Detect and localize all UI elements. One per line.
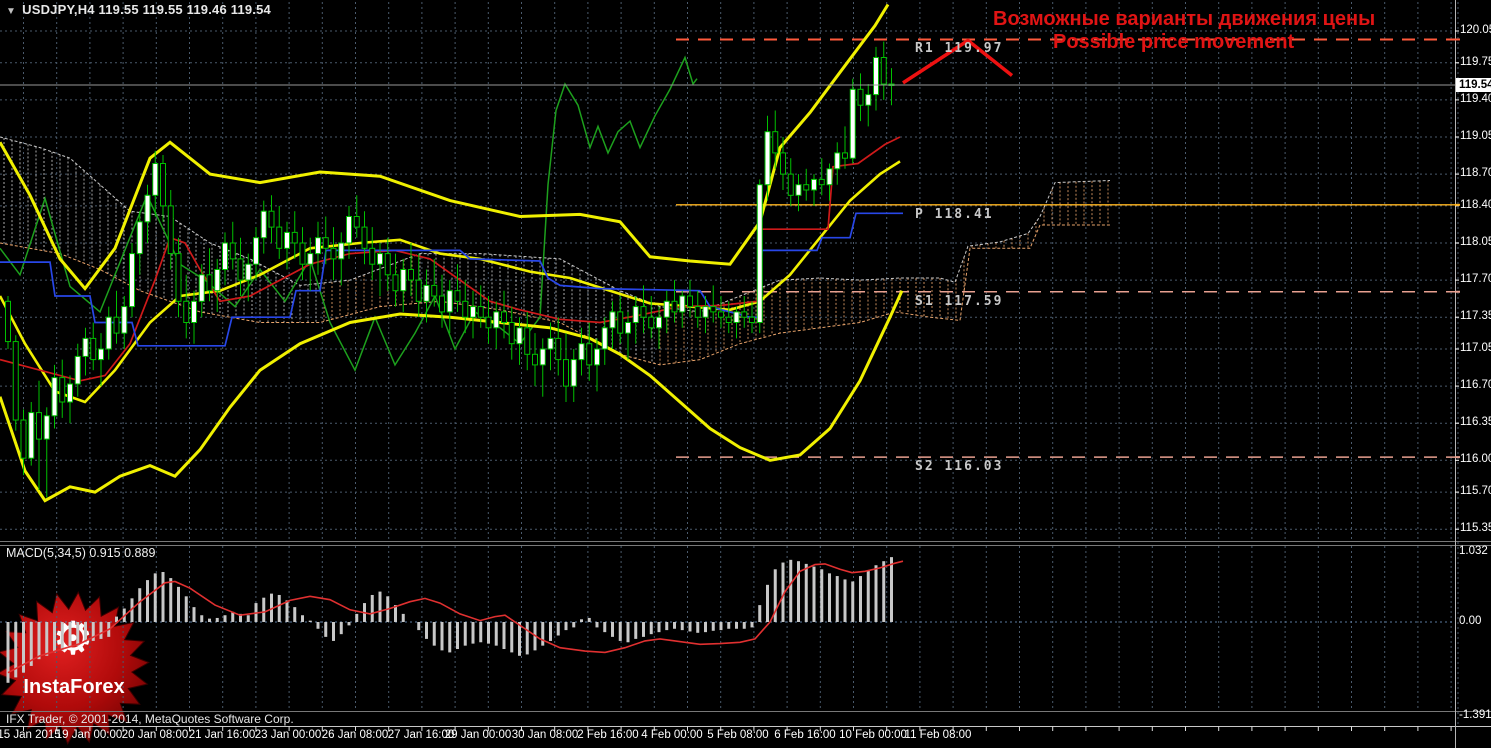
time-tick-label: 4 Feb 00:00 [641,729,703,741]
price-tick-label: 119.05 [1460,130,1491,142]
price-tick-label: 117.70 [1460,273,1491,286]
price-tick-label: 117.05 [1460,342,1491,354]
price-tick-label: 116.00 [1460,453,1491,466]
time-tick-label: 10 Feb 00:00 [839,729,907,741]
current-price-badge: 119.54 [1456,78,1491,92]
grid [0,2,1455,711]
macd-pane [6,557,904,683]
platform-copyright: IFX Trader, © 2001-2014, MetaQuotes Soft… [6,712,294,726]
time-tick-label: 19 Jan 00:00 [55,729,123,741]
pivot-label-p: P 118.41 [915,206,994,222]
macd-indicator-label: MACD(5,34,5) 0.915 0.889 [6,546,156,560]
time-tick-label: 21 Jan 16:00 [188,729,256,741]
price-tick-label: 115.70 [1460,485,1491,498]
price-tick-label: 117.35 [1460,310,1491,323]
time-tick-label: 23 Jan 00:00 [254,729,322,741]
macd-scale-label: 0.00 [1459,615,1482,627]
price-tick-label: 120.05 [1460,24,1491,36]
price-pane [0,3,1455,503]
time-tick-label: 5 Feb 08:00 [707,729,769,741]
time-tick-label: 30 Jan 08:00 [511,729,579,741]
price-tick-label: 116.70 [1460,379,1491,392]
main-chart-canvas[interactable] [0,0,1491,748]
macd-scale-label: -1.391 [1459,708,1491,721]
symbol-dropdown-icon[interactable]: ▼ [6,6,16,17]
annotation-russian: Возможные варианты движения цены [993,8,1376,30]
annotation-english: Possible price movement [1053,31,1295,53]
pivot-label-s1: S1 117.59 [915,293,1004,309]
time-tick-label: 11 Feb 08:00 [904,729,972,741]
time-tick-label: 26 Jan 08:00 [321,729,389,741]
price-tick-label: 118.70 [1460,167,1491,180]
instaforex-logo-label: InstaForex [23,676,125,698]
symbol-ohlc-label: USDJPY,H4 119.55 119.55 119.46 119.54 [22,2,271,17]
time-tick-label: 15 Jan 2015 [0,729,61,741]
price-tick-label: 116.35 [1460,416,1491,429]
chart-title: ▼ USDJPY,H4 119.55 119.55 119.46 119.54 [6,2,271,17]
time-tick-label: 2 Feb 16:00 [577,729,639,741]
chart-window: ⚙ InstaForex ▼ USDJPY,H4 119.55 119.55 11… [0,0,1491,748]
price-tick-label: 118.05 [1460,236,1491,248]
time-tick-label: 20 Jan 08:00 [121,729,189,741]
price-tick-label: 119.40 [1460,92,1491,105]
pivot-label-s2: S2 116.03 [915,459,1004,475]
price-tick-label: 115.35 [1460,522,1491,535]
time-tick-label: 29 Jan 00:00 [444,729,512,741]
pivot-label-r1: R1 119.97 [915,41,1004,57]
price-tick-label: 119.75 [1460,55,1491,68]
price-tick-label: 118.40 [1460,198,1491,211]
macd-scale-label: 1.032 [1459,545,1488,558]
time-tick-label: 6 Feb 16:00 [774,729,836,741]
